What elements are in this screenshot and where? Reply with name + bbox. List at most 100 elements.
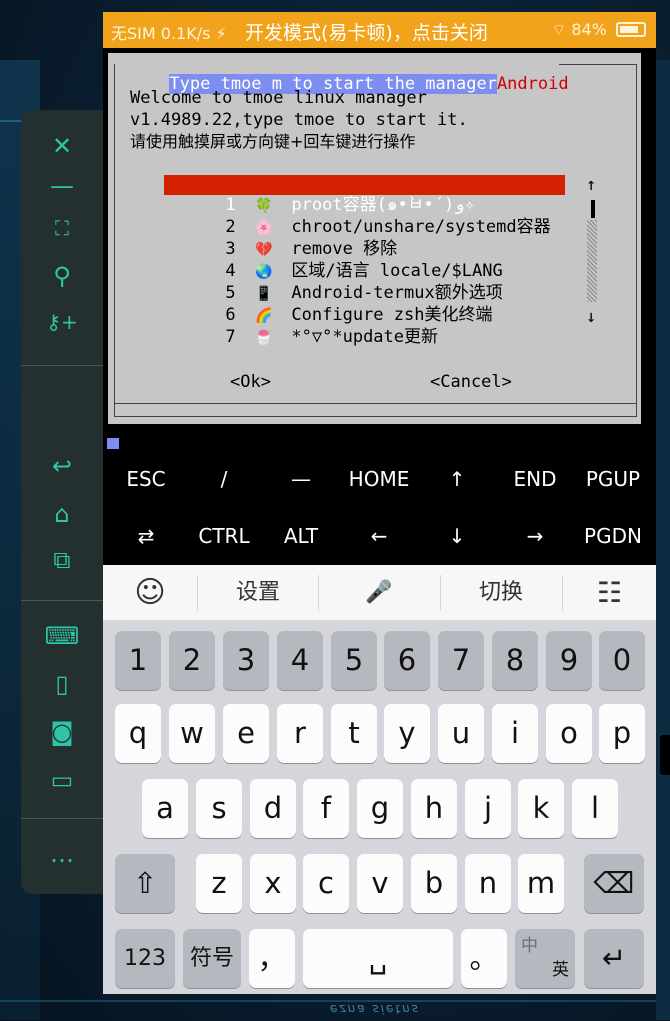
- key-c[interactable]: c: [303, 854, 349, 913]
- terminal-view[interactable]: Type tmoe m to start the managerAndroid …: [103, 48, 656, 463]
- key-h[interactable]: h: [411, 779, 457, 838]
- dev-mode-notice[interactable]: 开发模式(易卡顿)，点击关闭: [245, 18, 488, 45]
- key-3[interactable]: 3: [223, 631, 269, 690]
- comma-key[interactable]: ，: [249, 929, 295, 988]
- microphone-icon[interactable]: 🎤: [319, 565, 439, 621]
- home-key[interactable]: HOME: [340, 467, 418, 491]
- up-key[interactable]: ↑: [418, 467, 496, 491]
- right-key[interactable]: →: [496, 524, 574, 548]
- esc-key[interactable]: ESC: [107, 467, 185, 491]
- key-a[interactable]: a: [142, 779, 188, 838]
- down-key[interactable]: ↓: [418, 524, 496, 548]
- symbols-key[interactable]: 符号: [183, 929, 241, 988]
- network-status: 无SIM 0.1K/s ⚡: [111, 24, 227, 43]
- menu-item[interactable]: 4 🌏 区域/语言 locale/$LANG: [164, 241, 565, 281]
- backspace-key[interactable]: ⌫: [584, 854, 644, 913]
- menu-item[interactable]: 1 🍀 proot容器(๑•̀ㅂ•́)و✧: [164, 175, 565, 215]
- key-g[interactable]: g: [357, 779, 403, 838]
- more-icon[interactable]: …: [50, 842, 74, 866]
- key-s[interactable]: s: [196, 779, 242, 838]
- key-j[interactable]: j: [465, 779, 511, 838]
- space-key[interactable]: ␣: [303, 929, 453, 988]
- alt-key[interactable]: ALT: [262, 524, 340, 548]
- ctrl-key[interactable]: CTRL: [185, 524, 263, 548]
- end-key[interactable]: END: [496, 467, 574, 491]
- key-5[interactable]: 5: [331, 631, 377, 690]
- tab-key[interactable]: ⇄: [107, 524, 185, 548]
- ok-button[interactable]: <Ok>: [230, 372, 271, 392]
- scrollbar-thumb[interactable]: [591, 200, 595, 218]
- termux-window: 无SIM 0.1K/s ⚡ 开发模式(易卡顿)，点击关闭 ⌔ 84% Type …: [103, 12, 656, 994]
- key-add-icon[interactable]: ⚷+: [46, 312, 77, 332]
- key-6[interactable]: 6: [384, 631, 430, 690]
- key-b[interactable]: b: [411, 854, 457, 913]
- key-z[interactable]: z: [196, 854, 242, 913]
- emoji-icon[interactable]: ☺: [103, 565, 197, 621]
- key-d[interactable]: d: [250, 779, 296, 838]
- switch-button[interactable]: 切换: [441, 565, 561, 621]
- close-icon[interactable]: ✕: [52, 134, 72, 158]
- fullscreen-icon[interactable]: ⛶: [55, 218, 69, 238]
- collapse-keyboard-icon[interactable]: ☷: [563, 565, 656, 621]
- phone-icon[interactable]: ▯: [55, 672, 68, 696]
- key-e[interactable]: e: [223, 704, 269, 763]
- left-key[interactable]: ←: [340, 524, 418, 548]
- key-y[interactable]: y: [384, 704, 430, 763]
- camera-icon[interactable]: ◙: [50, 720, 73, 744]
- key-i[interactable]: i: [492, 704, 538, 763]
- menu-item[interactable]: 5 📱 Android-termux额外选项: [164, 263, 565, 303]
- slash-key[interactable]: /: [185, 467, 263, 491]
- menu-item[interactable]: 2 🌸 chroot/unshare/systemd容器: [164, 197, 565, 237]
- pgup-key[interactable]: PGUP: [574, 467, 652, 491]
- menu-item[interactable]: 6 🌈 Configure zsh美化终端: [164, 285, 565, 325]
- key-n[interactable]: n: [465, 854, 511, 913]
- recents-icon[interactable]: ⧉: [53, 548, 70, 572]
- key-q[interactable]: q: [115, 704, 161, 763]
- key-r[interactable]: r: [277, 704, 323, 763]
- separator: [21, 365, 103, 366]
- key-w[interactable]: w: [169, 704, 215, 763]
- enter-key[interactable]: ↵: [584, 929, 644, 988]
- instruction-text: 请使用触摸屏或方向键+回车键进行操作: [130, 132, 416, 151]
- minimize-icon[interactable]: —: [50, 174, 74, 198]
- key-7[interactable]: 7: [438, 631, 484, 690]
- key-x[interactable]: x: [250, 854, 296, 913]
- dialog-border-top: [559, 64, 637, 65]
- shift-key[interactable]: ⇧: [115, 854, 175, 913]
- key-8[interactable]: 8: [492, 631, 538, 690]
- key-f[interactable]: f: [303, 779, 349, 838]
- keyboard-icon[interactable]: ⌨: [45, 624, 80, 648]
- menu-item[interactable]: 3 💔 remove 移除: [164, 219, 565, 259]
- folder-icon[interactable]: ▭: [51, 768, 74, 792]
- numbers-key[interactable]: 123: [115, 929, 175, 988]
- key-0[interactable]: 0: [599, 631, 645, 690]
- settings-button[interactable]: 设置: [198, 565, 318, 621]
- key-l[interactable]: l: [572, 779, 618, 838]
- pin-icon[interactable]: ⚲: [53, 264, 71, 288]
- key-t[interactable]: t: [331, 704, 377, 763]
- back-icon[interactable]: ↩: [52, 454, 72, 478]
- key-9[interactable]: 9: [546, 631, 592, 690]
- key-4[interactable]: 4: [277, 631, 323, 690]
- key-m[interactable]: m: [518, 854, 564, 913]
- key-p[interactable]: p: [599, 704, 645, 763]
- key-v[interactable]: v: [357, 854, 403, 913]
- key-2[interactable]: 2: [169, 631, 215, 690]
- period-key[interactable]: 。: [461, 929, 507, 988]
- key-o[interactable]: o: [546, 704, 592, 763]
- language-switch-key[interactable]: 中 英: [515, 929, 575, 988]
- key-k[interactable]: k: [518, 779, 564, 838]
- home-icon[interactable]: ⌂: [54, 502, 69, 526]
- key-u[interactable]: u: [438, 704, 484, 763]
- dash-key[interactable]: —: [262, 467, 340, 491]
- status-bar[interactable]: 无SIM 0.1K/s ⚡ 开发模式(易卡顿)，点击关闭 ⌔ 84%: [103, 12, 656, 48]
- scrollbar-track[interactable]: [587, 220, 597, 302]
- button-separator: [115, 403, 637, 404]
- battery-icon: [616, 22, 646, 37]
- cancel-button[interactable]: <Cancel>: [430, 372, 512, 392]
- key-1[interactable]: 1: [115, 631, 161, 690]
- side-handle[interactable]: [660, 735, 670, 775]
- menu-item[interactable]: 7 🍧 *°▽°*update更新: [164, 307, 565, 347]
- pgdn-key[interactable]: PGDN: [574, 524, 652, 548]
- wallpaper-text: ezna sietns: [330, 1002, 420, 1016]
